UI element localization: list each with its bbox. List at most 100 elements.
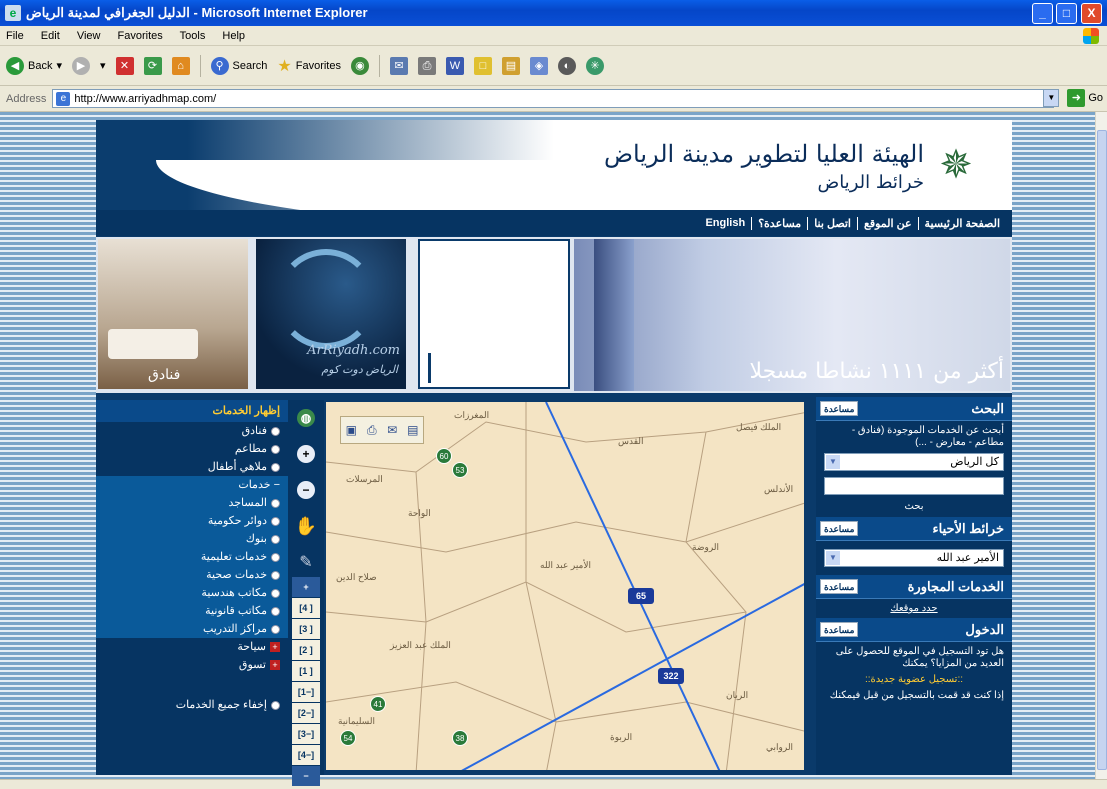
nav-contact[interactable]: اتصل بنا [807, 216, 857, 230]
hide-all-services[interactable]: إخفاء جميع الخدمات [96, 696, 288, 714]
print-icon[interactable]: ⎙ [365, 423, 379, 437]
pan-button[interactable]: ✋ [288, 508, 324, 544]
radio-button[interactable] [271, 588, 280, 598]
nav-home[interactable]: الصفحة الرئيسية [917, 216, 1006, 230]
save-icon[interactable]: ▣ [344, 423, 358, 437]
edit-word-button[interactable]: W [445, 56, 464, 75]
menu-tools[interactable]: Tools [180, 30, 206, 42]
poi-marker[interactable]: 38 [452, 730, 468, 746]
email-icon[interactable]: ✉ [385, 423, 399, 437]
radio-button[interactable] [271, 462, 280, 472]
forward-button[interactable]: ▶ [72, 56, 90, 75]
nav-english[interactable]: English [699, 217, 751, 229]
locate-me-link[interactable]: حدد موقعك [816, 599, 1012, 618]
radio-button[interactable] [271, 570, 280, 580]
hotels-banner[interactable]: فنادق [98, 239, 248, 389]
search-button[interactable]: بحث [824, 501, 1004, 513]
menu-view[interactable]: View [77, 30, 101, 42]
expand-plus-icon[interactable]: + [270, 642, 280, 652]
service-engineering[interactable]: مكاتب هندسية [96, 584, 288, 602]
search-button[interactable]: ⚲ Search [210, 56, 267, 75]
radio-button[interactable] [271, 624, 280, 634]
zoom-level[interactable]: − [292, 766, 320, 786]
zoom-level[interactable]: [1−] [292, 682, 320, 702]
service-tourism[interactable]: + سياحة [96, 638, 288, 656]
discuss-button[interactable]: □ [473, 56, 492, 75]
menu-help[interactable]: Help [222, 30, 245, 42]
poi-marker[interactable]: 60 [436, 448, 452, 464]
refresh-button[interactable]: ⟳ [143, 56, 162, 75]
region-select[interactable]: كل الرياض ▼ [824, 453, 1004, 471]
poi-marker[interactable]: 53 [452, 462, 468, 478]
district-select[interactable]: الأمير عبد الله ▼ [824, 549, 1004, 567]
service-restaurants[interactable]: مطاعم [96, 440, 288, 458]
address-input[interactable]: e http://www.arriyadhmap.com/ [52, 89, 1055, 108]
zoom-level[interactable]: [3−] [292, 724, 320, 744]
stop-button[interactable]: ✕ [115, 56, 134, 75]
poi-marker[interactable]: 54 [340, 730, 356, 746]
zoom-level[interactable]: [2 ] [292, 640, 320, 660]
zoom-level[interactable]: [4 ] [292, 598, 320, 618]
zoom-level[interactable]: [2−] [292, 703, 320, 723]
back-button[interactable]: ◀ Back ▾ [6, 56, 62, 75]
radio-button[interactable] [271, 444, 280, 454]
radio-button[interactable] [271, 700, 280, 710]
service-health[interactable]: خدمات صحية [96, 566, 288, 584]
close-button[interactable]: X [1081, 3, 1102, 24]
register-link[interactable]: ::تسجيل عضوية جديدة:: [824, 670, 1004, 690]
scrollbar-thumb[interactable] [1097, 130, 1107, 770]
menu-edit[interactable]: Edit [41, 30, 60, 42]
service-training[interactable]: مراكز التدريب [96, 620, 288, 638]
service-hotels[interactable]: فنادق [96, 422, 288, 440]
address-dropdown-icon[interactable]: ▼ [1043, 89, 1060, 107]
export-icon[interactable]: ▤ [406, 423, 420, 437]
service-banks[interactable]: بنوك [96, 530, 288, 548]
service-education[interactable]: خدمات تعليمية [96, 548, 288, 566]
map-view[interactable]: ▣ ⎙ ✉ ▤ المغرزات الملك فيصل القدس الأندل… [324, 400, 806, 772]
menu-favorites[interactable]: Favorites [118, 30, 163, 42]
radio-button[interactable] [271, 534, 280, 544]
service-legal[interactable]: مكاتب قانونية [96, 602, 288, 620]
radio-button[interactable] [271, 552, 280, 562]
print-button[interactable]: ⎙ [417, 56, 436, 75]
expand-plus-icon[interactable]: + [270, 660, 280, 670]
research-button[interactable]: ▤ [501, 56, 520, 75]
go-button[interactable]: ▼ ➜ Go [1043, 89, 1103, 107]
vertical-scrollbar[interactable] [1095, 112, 1107, 779]
districts-help-button[interactable]: مساعدة [820, 521, 859, 536]
zoom-level[interactable]: [3 ] [292, 619, 320, 639]
full-extent-button[interactable]: ◍ [288, 400, 324, 436]
service-shopping[interactable]: + تسوق [96, 656, 288, 674]
mail-button[interactable]: ✉ [389, 56, 408, 75]
search-input[interactable] [824, 477, 1004, 495]
service-mosques[interactable]: المساجد [96, 494, 288, 512]
dropdown-arrow-icon[interactable]: ▾ [100, 59, 106, 72]
nav-about[interactable]: عن الموقع [856, 216, 918, 230]
poi-marker[interactable]: 41 [370, 696, 386, 712]
identify-button[interactable]: ✎ [288, 544, 324, 580]
nav-help[interactable]: مساعدة؟ [751, 216, 807, 230]
radio-button[interactable] [271, 498, 280, 508]
menu-file[interactable]: File [6, 30, 24, 42]
favorites-button[interactable]: ★ Favorites [277, 56, 341, 76]
nearby-help-button[interactable]: مساعدة [820, 579, 859, 594]
zoom-level[interactable]: + [292, 577, 320, 597]
radio-button[interactable] [271, 426, 280, 436]
arriyadh-banner[interactable]: ArRiyadh.com الرياض دوت كوم [256, 239, 406, 389]
home-button[interactable]: ⌂ [171, 56, 190, 75]
services-collapse[interactable]: − خدمات [96, 476, 288, 494]
login-help-button[interactable]: مساعدة [820, 622, 859, 637]
tool-button[interactable]: ◐ [557, 56, 576, 75]
search-help-button[interactable]: مساعدة [820, 401, 859, 416]
media-button[interactable]: ◉ [350, 56, 369, 75]
zoom-out-button[interactable]: − [288, 472, 324, 508]
zoom-level[interactable]: [4−] [292, 745, 320, 765]
messenger-button[interactable]: ◈ [529, 56, 548, 75]
extension-button[interactable]: ✳ [585, 56, 604, 75]
zoom-level[interactable]: [1 ] [292, 661, 320, 681]
minimize-button[interactable]: _ [1032, 3, 1053, 24]
service-kids[interactable]: ملاهي أطفال [96, 458, 288, 476]
radio-button[interactable] [271, 606, 280, 616]
maximize-button[interactable]: □ [1056, 3, 1077, 24]
zoom-in-button[interactable]: + [288, 436, 324, 472]
